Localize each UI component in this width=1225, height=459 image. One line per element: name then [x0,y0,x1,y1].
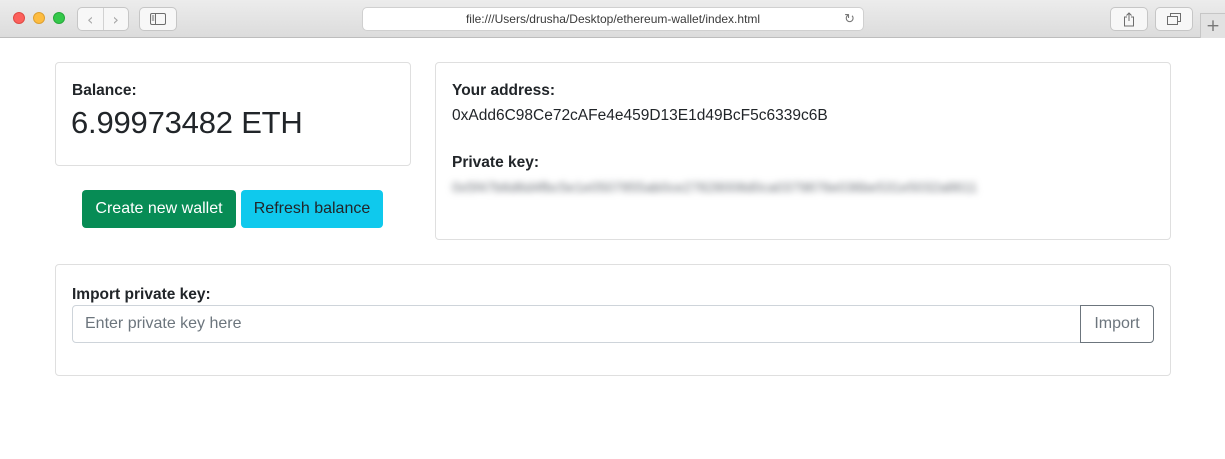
refresh-balance-button[interactable]: Refresh balance [241,190,383,228]
import-card: Import private key: Import [55,264,1171,376]
navigation-buttons: ‹ › [77,7,129,31]
sidebar-icon [150,13,166,25]
browser-toolbar: ‹ › file:///Users/drusha/Desktop/ethereu… [0,0,1225,38]
private-key-label: Private key: [452,154,540,171]
private-key-input[interactable] [72,305,1081,343]
chevron-left-icon[interactable]: ‹ [78,8,103,30]
chevron-right-icon[interactable]: › [102,8,129,30]
wallet-details-card: Your address: 0xAdd6C98Ce72cAFe4e459D13E… [435,62,1171,240]
sidebar-toggle-button[interactable] [139,7,177,31]
import-button[interactable]: Import [1080,305,1154,343]
address-bar[interactable]: file:///Users/drusha/Desktop/ethereum-wa… [362,7,864,31]
private-key-value: 0x5f47b6d6d4fbc5e1e0507855ab0ce27828008d… [452,179,978,195]
balance-label: Balance: [72,82,137,99]
close-window-button[interactable] [13,12,25,24]
create-wallet-button[interactable]: Create new wallet [82,190,236,228]
balance-value: 6.99973482 ETH [71,105,303,140]
share-button[interactable] [1110,7,1148,31]
share-icon [1124,11,1134,26]
import-label: Import private key: [72,286,211,303]
reload-icon[interactable]: ↻ [844,12,855,27]
zoom-window-button[interactable] [53,12,65,24]
tabs-overview-button[interactable] [1155,7,1193,31]
address-label: Your address: [452,82,556,99]
plus-icon[interactable]: + [1200,13,1225,38]
url-text: file:///Users/drusha/Desktop/ethereum-wa… [465,12,761,26]
minimize-window-button[interactable] [33,12,45,24]
tabs-overview-icon [1167,13,1181,25]
wallet-address: 0xAdd6C98Ce72cAFe4e459D13E1d49BcF5c6339c… [452,107,828,124]
balance-card: Balance: 6.99973482 ETH [55,62,411,166]
